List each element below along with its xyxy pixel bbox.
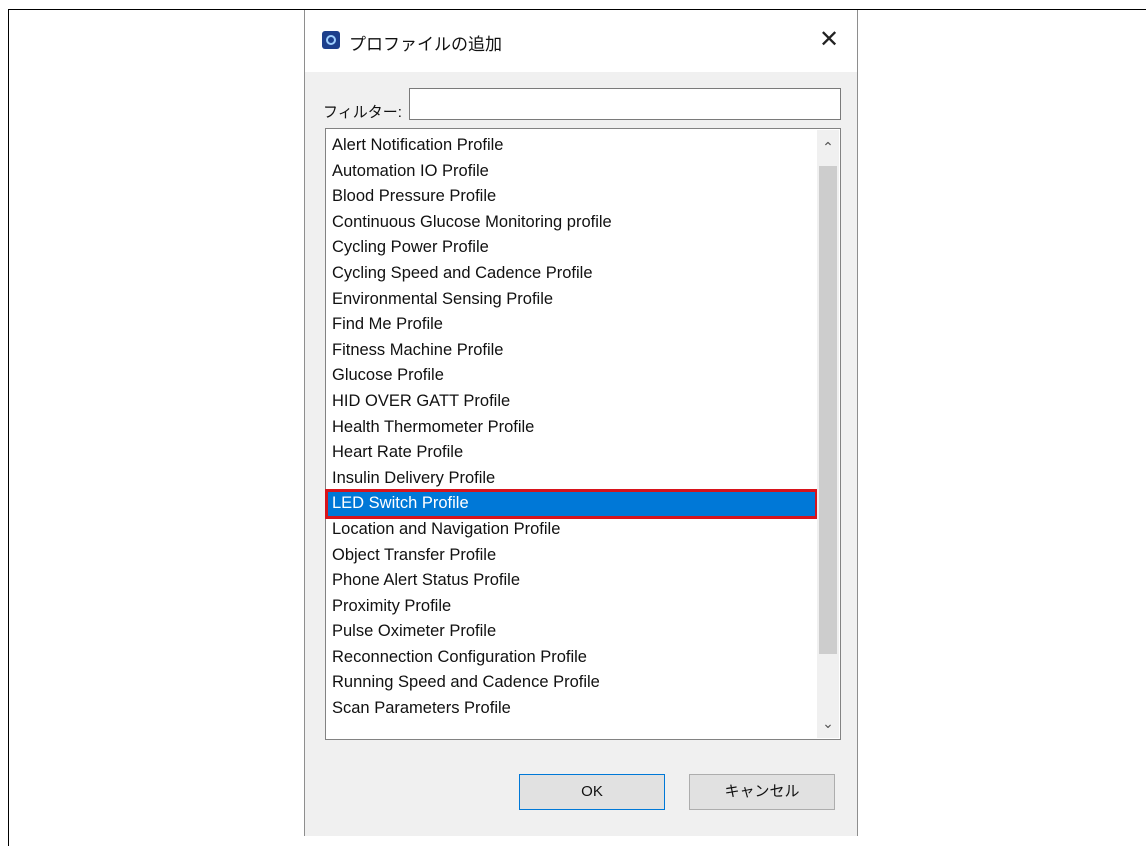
dialog-titlebar: プロファイルの追加 ✕ <box>305 10 857 72</box>
list-item[interactable]: Proximity Profile <box>327 594 816 620</box>
list-item[interactable]: Location and Navigation Profile <box>327 517 816 543</box>
list-item-selected[interactable]: LED Switch Profile <box>325 489 818 519</box>
list-item[interactable]: Pulse Oximeter Profile <box>327 619 816 645</box>
scroll-up-icon[interactable]: ⌃ <box>817 136 839 158</box>
list-item[interactable]: Heart Rate Profile <box>327 440 816 466</box>
list-item[interactable]: Health Thermometer Profile <box>327 415 816 441</box>
list-item[interactable]: Insulin Delivery Profile <box>327 466 816 492</box>
add-profile-dialog: プロファイルの追加 ✕ フィルター: Alert Notification Pr… <box>304 10 858 836</box>
vertical-scrollbar[interactable]: ⌃ ⌄ <box>817 130 839 738</box>
list-item[interactable]: Reconnection Configuration Profile <box>327 645 816 671</box>
list-item[interactable]: Blood Pressure Profile <box>327 184 816 210</box>
cancel-button[interactable]: キャンセル <box>689 774 835 810</box>
scroll-thumb[interactable] <box>819 166 837 654</box>
list-item[interactable]: Environmental Sensing Profile <box>327 287 816 313</box>
filter-label: フィルター: <box>323 104 402 121</box>
list-item[interactable]: Continuous Glucose Monitoring profile <box>327 210 816 236</box>
dialog-title: プロファイルの追加 <box>349 35 502 54</box>
ok-button[interactable]: OK <box>519 774 665 810</box>
list-item[interactable]: Fitness Machine Profile <box>327 338 816 364</box>
list-item[interactable]: Scan Parameters Profile <box>327 696 816 722</box>
app-icon <box>322 31 340 49</box>
list-item[interactable]: HID OVER GATT Profile <box>327 389 816 415</box>
profile-listbox[interactable]: Alert Notification Profile Automation IO … <box>325 128 841 740</box>
close-icon[interactable]: ✕ <box>815 26 843 54</box>
list-item[interactable]: Alert Notification Profile <box>327 133 816 159</box>
list-item[interactable]: Cycling Power Profile <box>327 235 816 261</box>
scroll-down-icon[interactable]: ⌄ <box>817 712 839 734</box>
list-item[interactable]: Automation IO Profile <box>327 159 816 185</box>
list-item[interactable]: Running Speed and Cadence Profile <box>327 670 816 696</box>
filter-input[interactable] <box>409 88 841 120</box>
list-item[interactable]: Find Me Profile <box>327 312 816 338</box>
list-item[interactable]: Glucose Profile <box>327 363 816 389</box>
list-item[interactable]: Object Transfer Profile <box>327 543 816 569</box>
list-item[interactable]: Cycling Speed and Cadence Profile <box>327 261 816 287</box>
profile-list: Alert Notification Profile Automation IO … <box>325 133 818 722</box>
list-item[interactable]: Phone Alert Status Profile <box>327 568 816 594</box>
